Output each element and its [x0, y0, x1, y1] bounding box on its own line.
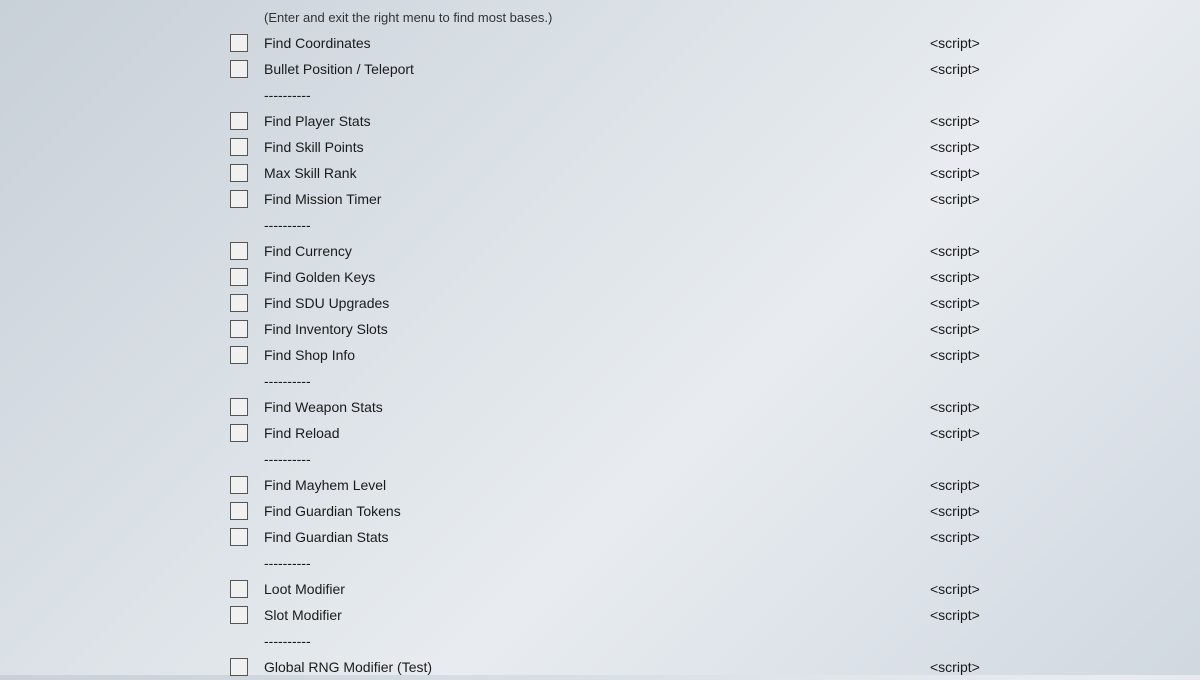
checkbox-12[interactable]	[230, 346, 248, 364]
list-item: Find Skill Points<script>	[230, 134, 1010, 160]
separator-text: ----------	[264, 555, 311, 571]
separator-text: ----------	[264, 87, 311, 103]
checkbox-17[interactable]	[230, 476, 248, 494]
script-tag-18: <script>	[930, 503, 1010, 519]
script-tag-8: <script>	[930, 243, 1010, 259]
list-item: Find Reload<script>	[230, 420, 1010, 446]
list-item: Find Inventory Slots<script>	[230, 316, 1010, 342]
list-area: (Enter and exit the right menu to find m…	[230, 0, 1010, 680]
script-tag-15: <script>	[930, 425, 1010, 441]
script-tag-5: <script>	[930, 165, 1010, 181]
checkbox-4[interactable]	[230, 138, 248, 156]
separator-row: ----------	[230, 628, 1010, 654]
main-container: (Enter and exit the right menu to find m…	[0, 0, 1200, 675]
list-item: Find Mayhem Level<script>	[230, 472, 1010, 498]
item-label-22: Slot Modifier	[264, 607, 930, 623]
checkbox-5[interactable]	[230, 164, 248, 182]
script-tag-9: <script>	[930, 269, 1010, 285]
item-label-24: Global RNG Modifier (Test)	[264, 659, 930, 675]
list-item: Max Skill Rank<script>	[230, 160, 1010, 186]
item-label-3: Find Player Stats	[264, 113, 930, 129]
list-item: Find Shop Info<script>	[230, 342, 1010, 368]
list-item: Find Guardian Stats<script>	[230, 524, 1010, 550]
list-item: Find Player Stats<script>	[230, 108, 1010, 134]
item-label-8: Find Currency	[264, 243, 930, 259]
script-tag-6: <script>	[930, 191, 1010, 207]
checkbox-1[interactable]	[230, 60, 248, 78]
checkbox-3[interactable]	[230, 112, 248, 130]
item-label-10: Find SDU Upgrades	[264, 295, 930, 311]
checkbox-15[interactable]	[230, 424, 248, 442]
checkbox-6[interactable]	[230, 190, 248, 208]
list-item: Bullet Position / Teleport<script>	[230, 56, 1010, 82]
list-item: Slot Modifier<script>	[230, 602, 1010, 628]
checkbox-9[interactable]	[230, 268, 248, 286]
separator-text: ----------	[264, 633, 311, 649]
script-tag-3: <script>	[930, 113, 1010, 129]
list-item: Find Mission Timer<script>	[230, 186, 1010, 212]
item-label-19: Find Guardian Stats	[264, 529, 930, 545]
script-tag-11: <script>	[930, 321, 1010, 337]
item-label-17: Find Mayhem Level	[264, 477, 930, 493]
separator-row: ----------	[230, 368, 1010, 394]
separator-text: ----------	[264, 451, 311, 467]
checkbox-18[interactable]	[230, 502, 248, 520]
separator-text: ----------	[264, 373, 311, 389]
item-label-11: Find Inventory Slots	[264, 321, 930, 337]
item-label-9: Find Golden Keys	[264, 269, 930, 285]
separator-row: ----------	[230, 82, 1010, 108]
script-tag-24: <script>	[930, 659, 1010, 675]
note-text: (Enter and exit the right menu to find m…	[264, 10, 552, 25]
item-label-1: Bullet Position / Teleport	[264, 61, 930, 77]
checkbox-24[interactable]	[230, 658, 248, 676]
script-tag-21: <script>	[930, 581, 1010, 597]
script-tag-1: <script>	[930, 61, 1010, 77]
separator-row: ----------	[230, 446, 1010, 472]
list-item: Find Coordinates<script>	[230, 30, 1010, 56]
script-tag-14: <script>	[930, 399, 1010, 415]
list-item: Find Currency<script>	[230, 238, 1010, 264]
list-item: Find SDU Upgrades<script>	[230, 290, 1010, 316]
item-label-21: Loot Modifier	[264, 581, 930, 597]
script-tag-17: <script>	[930, 477, 1010, 493]
checkbox-11[interactable]	[230, 320, 248, 338]
item-label-14: Find Weapon Stats	[264, 399, 930, 415]
script-tag-10: <script>	[930, 295, 1010, 311]
item-label-6: Find Mission Timer	[264, 191, 930, 207]
checkbox-8[interactable]	[230, 242, 248, 260]
list-item: Find Guardian Tokens<script>	[230, 498, 1010, 524]
checkbox-0[interactable]	[230, 34, 248, 52]
note-row: (Enter and exit the right menu to find m…	[230, 4, 1010, 30]
list-item: Global RNG Modifier (Test)<script>	[230, 654, 1010, 680]
checkbox-21[interactable]	[230, 580, 248, 598]
list-item: Find Weapon Stats<script>	[230, 394, 1010, 420]
script-tag-0: <script>	[930, 35, 1010, 51]
script-tag-22: <script>	[930, 607, 1010, 623]
item-label-5: Max Skill Rank	[264, 165, 930, 181]
item-label-4: Find Skill Points	[264, 139, 930, 155]
checkbox-10[interactable]	[230, 294, 248, 312]
script-tag-4: <script>	[930, 139, 1010, 155]
separator-row: ----------	[230, 550, 1010, 576]
script-tag-19: <script>	[930, 529, 1010, 545]
item-label-18: Find Guardian Tokens	[264, 503, 930, 519]
item-label-0: Find Coordinates	[264, 35, 930, 51]
separator-row: ----------	[230, 212, 1010, 238]
list-item: Loot Modifier<script>	[230, 576, 1010, 602]
list-item: Find Golden Keys<script>	[230, 264, 1010, 290]
items-container: Find Coordinates<script>Bullet Position …	[230, 30, 1010, 680]
script-tag-12: <script>	[930, 347, 1010, 363]
checkbox-14[interactable]	[230, 398, 248, 416]
item-label-15: Find Reload	[264, 425, 930, 441]
checkbox-22[interactable]	[230, 606, 248, 624]
checkbox-19[interactable]	[230, 528, 248, 546]
separator-text: ----------	[264, 217, 311, 233]
item-label-12: Find Shop Info	[264, 347, 930, 363]
